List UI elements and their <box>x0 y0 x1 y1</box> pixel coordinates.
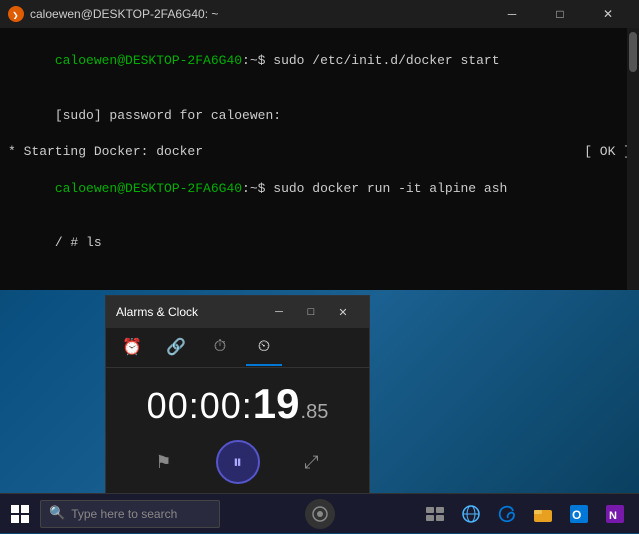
expand-button[interactable]: ⤢ <box>290 440 334 484</box>
alarm-clock-window: Alarms & Clock ─ □ ✕ ⏰ 🔗 ⏱ ⏲ 00:00: 19 <box>105 295 370 505</box>
globe-icon <box>462 505 480 523</box>
search-icon: 🔍 <box>49 506 65 521</box>
cortana-icon <box>312 506 328 522</box>
terminal-line-3: * Starting Docker: docker [ OK ] <box>8 143 631 161</box>
terminal-title: caloewen@DESKTOP-2FA6G40: ~ <box>30 7 218 21</box>
alarm-titlebar: Alarms & Clock ─ □ ✕ <box>106 296 369 328</box>
alarm-body: 00:00: 19 .85 ⚑ ⏸ ⤢ <box>106 368 369 504</box>
onenote-button[interactable]: N <box>599 498 631 530</box>
terminal-line-2: [sudo] password for caloewen: <box>8 89 631 144</box>
start-button[interactable] <box>0 494 40 534</box>
alarm-maximize-button[interactable]: □ <box>295 300 327 324</box>
alarm-tab-bar: ⏰ 🔗 ⏱ ⏲ <box>106 328 369 368</box>
terminal-titlebar: ❯ caloewen@DESKTOP-2FA6G40: ~ ─ □ ✕ <box>0 0 639 28</box>
world-clock-icon: 🔗 <box>166 337 186 357</box>
alarm-icon: ⏰ <box>122 337 142 357</box>
terminal-minimize-button[interactable]: ─ <box>489 0 535 28</box>
terminal-ls-row1: bin etc lib mnt proc run srv tmp var <box>8 270 631 290</box>
terminal-maximize-button[interactable]: □ <box>537 0 583 28</box>
browser-button[interactable] <box>455 498 487 530</box>
task-view-button[interactable] <box>419 498 451 530</box>
stopwatch-display: 00:00: 19 .85 <box>147 380 329 428</box>
svg-text:❯: ❯ <box>12 11 19 19</box>
terminal-body: caloewen@DESKTOP-2FA6G40:~$ sudo /etc/in… <box>0 28 639 290</box>
edge-button[interactable] <box>491 498 523 530</box>
terminal-scrollbar[interactable] <box>627 28 639 290</box>
terminal-line-4: caloewen@DESKTOP-2FA6G40:~$ sudo docker … <box>8 161 631 216</box>
pause-button[interactable]: ⏸ <box>216 440 260 484</box>
stopwatch-hours: 00 <box>147 385 189 426</box>
timer-icon: ⏲ <box>258 338 270 356</box>
expand-icon: ⤢ <box>304 452 318 473</box>
flag-button[interactable]: ⚑ <box>142 440 186 484</box>
terminal-app-icon: ❯ <box>8 6 24 22</box>
terminal-line-1: caloewen@DESKTOP-2FA6G40:~$ sudo /etc/in… <box>8 34 631 89</box>
stopwatch-hours-minutes: 00:00: <box>147 385 253 427</box>
taskbar-right: O N <box>419 498 639 530</box>
task-view-icon <box>426 507 444 521</box>
taskbar: 🔍 Type here to search <box>0 493 639 533</box>
search-placeholder: Type here to search <box>71 507 177 521</box>
alarm-title: Alarms & Clock <box>116 305 198 319</box>
terminal-window: ❯ caloewen@DESKTOP-2FA6G40: ~ ─ □ ✕ calo… <box>0 0 639 290</box>
alarm-controls-row: ⚑ ⏸ ⤢ <box>142 440 334 484</box>
outlook-button[interactable]: O <box>563 498 595 530</box>
flag-icon: ⚑ <box>155 452 171 473</box>
onenote-icon: N <box>606 505 624 523</box>
windows-logo-icon <box>11 505 29 523</box>
stopwatch-minutes: 00 <box>200 385 242 426</box>
svg-text:N: N <box>609 510 617 522</box>
cortana-button[interactable] <box>305 499 335 529</box>
outlook-icon: O <box>570 505 588 523</box>
svg-text:O: O <box>572 508 581 522</box>
tab-world-clock[interactable]: 🔗 <box>158 330 194 366</box>
terminal-window-controls: ─ □ ✕ <box>489 0 631 28</box>
alarm-close-button[interactable]: ✕ <box>327 300 359 324</box>
alarm-window-controls: ─ □ ✕ <box>263 300 359 324</box>
edge-icon <box>498 505 516 523</box>
terminal-close-button[interactable]: ✕ <box>585 0 631 28</box>
taskbar-center <box>220 499 419 529</box>
pause-icon: ⏸ <box>233 452 242 473</box>
stopwatch-icon: ⏱ <box>214 338 226 356</box>
folder-icon <box>534 506 552 522</box>
terminal-scrollbar-thumb[interactable] <box>629 32 637 72</box>
taskbar-search-box[interactable]: 🔍 Type here to search <box>40 500 220 528</box>
alarm-minimize-button[interactable]: ─ <box>263 300 295 324</box>
terminal-title-left: ❯ caloewen@DESKTOP-2FA6G40: ~ <box>8 6 218 22</box>
stopwatch-centiseconds: .85 <box>301 401 329 424</box>
file-explorer-button[interactable] <box>527 498 559 530</box>
stopwatch-seconds: 19 <box>253 380 300 428</box>
terminal-line-5: / # ls <box>8 216 631 271</box>
tab-timer[interactable]: ⏲ <box>246 330 282 366</box>
tab-alarm[interactable]: ⏰ <box>114 330 150 366</box>
tab-stopwatch[interactable]: ⏱ <box>202 330 238 366</box>
